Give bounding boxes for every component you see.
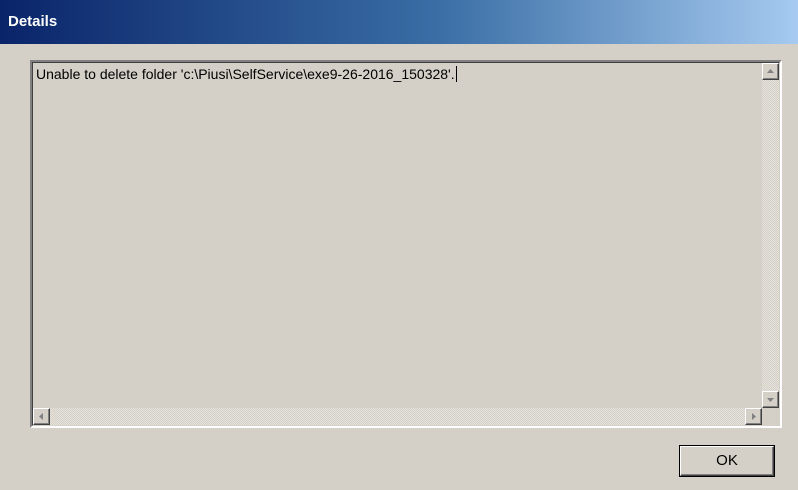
- text-caret: [455, 66, 457, 82]
- scroll-down-button[interactable]: [762, 391, 779, 408]
- vertical-scrollbar[interactable]: [762, 63, 779, 408]
- details-message-line: Unable to delete folder 'c:\Piusi\SelfSe…: [36, 65, 457, 83]
- details-message: Unable to delete folder 'c:\Piusi\SelfSe…: [36, 66, 455, 82]
- scrollbar-corner: [762, 408, 779, 425]
- triangle-right-icon: [752, 413, 756, 420]
- scroll-up-button[interactable]: [762, 63, 779, 80]
- triangle-down-icon: [767, 398, 774, 402]
- scroll-right-button[interactable]: [745, 408, 762, 425]
- ok-button[interactable]: OK: [680, 446, 774, 476]
- window-title: Details: [8, 13, 58, 30]
- textbox-inner-border: Unable to delete folder 'c:\Piusi\SelfSe…: [32, 62, 780, 426]
- horizontal-scrollbar[interactable]: [33, 408, 762, 425]
- details-textbox[interactable]: Unable to delete folder 'c:\Piusi\SelfSe…: [30, 60, 782, 428]
- scroll-left-button[interactable]: [33, 408, 50, 425]
- triangle-left-icon: [39, 413, 43, 420]
- triangle-up-icon: [767, 69, 774, 73]
- details-dialog: Details Unable to delete folder 'c:\Pius…: [0, 0, 798, 490]
- title-bar[interactable]: Details: [0, 0, 798, 44]
